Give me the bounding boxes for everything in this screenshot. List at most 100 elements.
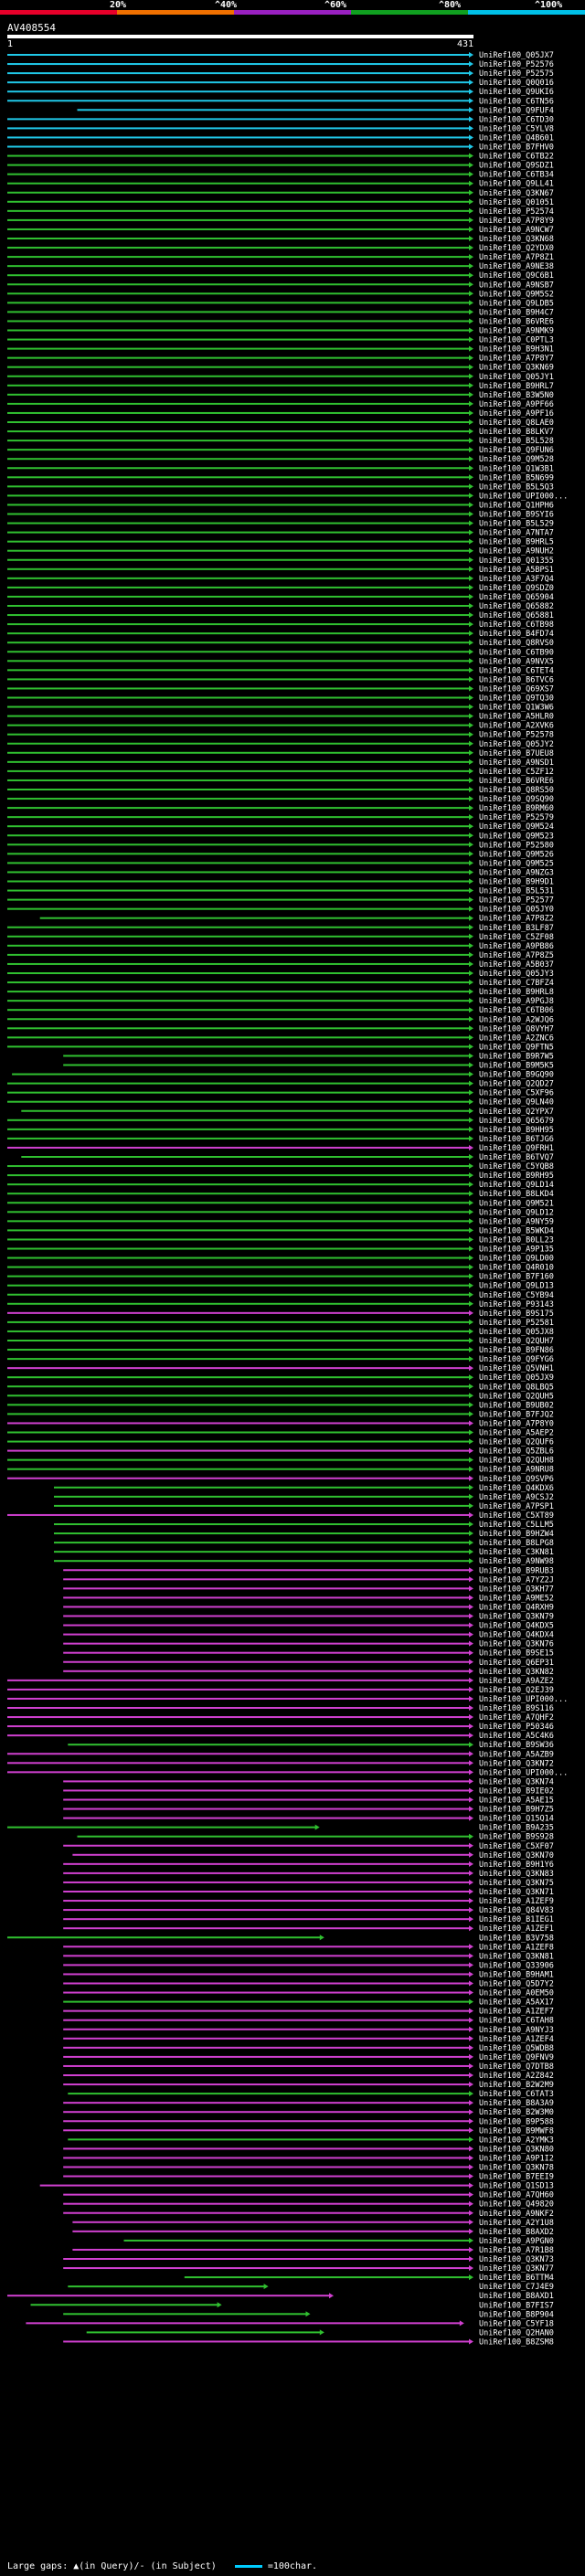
hit-label[interactable]: UniRef100_Q4RXH9	[479, 1603, 554, 1612]
hit-label[interactable]: UniRef100_P52576	[479, 60, 554, 69]
hit-label[interactable]: UniRef100_Q4KDX5	[479, 1622, 554, 1631]
hit-bar[interactable]	[63, 2074, 470, 2076]
hit-bar[interactable]	[7, 127, 470, 130]
hit-label[interactable]: UniRef100_A7YZ2J	[479, 1575, 554, 1585]
hit-label[interactable]: UniRef100_Q3KH77	[479, 1585, 554, 1594]
hit-label[interactable]: UniRef100_Q3KN78	[479, 2164, 554, 2173]
hit-label[interactable]: UniRef100_B8LPG8	[479, 1539, 554, 1548]
hit-bar[interactable]	[7, 531, 470, 534]
hit-bar[interactable]	[7, 311, 470, 313]
hit-bar[interactable]	[7, 669, 470, 672]
hit-bar[interactable]	[7, 228, 470, 230]
hit-label[interactable]: UniRef100_A9P135	[479, 1246, 554, 1255]
hit-label[interactable]: UniRef100_B9HRL8	[479, 988, 554, 997]
hit-bar[interactable]	[7, 853, 470, 855]
hit-label[interactable]: UniRef100_P52581	[479, 1319, 554, 1328]
hit-label[interactable]: UniRef100_Q5VNH1	[479, 1364, 554, 1373]
hit-label[interactable]: UniRef100_C6TD30	[479, 115, 554, 124]
hit-label[interactable]: UniRef100_A7P8Y0	[479, 1419, 554, 1428]
hit-bar[interactable]	[7, 1091, 470, 1094]
hit-bar[interactable]	[7, 1707, 470, 1709]
hit-bar[interactable]	[7, 1165, 470, 1168]
hit-label[interactable]: UniRef100_P52574	[479, 207, 554, 217]
hit-label[interactable]: UniRef100_A9NZG3	[479, 868, 554, 877]
hit-bar[interactable]	[7, 1082, 470, 1085]
hit-label[interactable]: UniRef100_A7NTA7	[479, 529, 554, 538]
hit-bar[interactable]	[7, 605, 470, 607]
hit-label[interactable]: UniRef100_Q3KN79	[479, 1613, 554, 1622]
hit-label[interactable]: UniRef100_B7FHV0	[479, 143, 554, 153]
hit-label[interactable]: UniRef100_Q3KN82	[479, 1668, 554, 1677]
hit-bar[interactable]	[30, 2304, 218, 2306]
hit-bar[interactable]	[54, 1495, 470, 1498]
hit-bar[interactable]	[63, 1055, 470, 1057]
hit-bar[interactable]	[7, 1936, 321, 1939]
hit-label[interactable]: UniRef100_B5L528	[479, 437, 554, 446]
hit-label[interactable]: UniRef100_A1ZEF4	[479, 2035, 554, 2044]
hit-bar[interactable]	[7, 769, 470, 772]
hit-bar[interactable]	[7, 733, 470, 736]
hit-label[interactable]: UniRef100_B9SYI6	[479, 511, 554, 520]
hit-label[interactable]: UniRef100_B2W3M0	[479, 2108, 554, 2117]
hit-bar[interactable]	[63, 2147, 470, 2150]
hit-label[interactable]: UniRef100_Q8VYH7	[479, 1024, 554, 1034]
hit-bar[interactable]	[7, 1826, 316, 1829]
hit-bar[interactable]	[7, 660, 470, 663]
hit-label[interactable]: UniRef100_P52580	[479, 841, 554, 850]
hit-bar[interactable]	[63, 1578, 470, 1581]
hit-bar[interactable]	[7, 953, 470, 956]
hit-bar[interactable]	[63, 1844, 470, 1847]
hit-label[interactable]: UniRef100_Q3KN83	[479, 1870, 554, 1879]
hit-bar[interactable]	[7, 715, 470, 717]
hit-label[interactable]: UniRef100_C5ZF08	[479, 933, 554, 942]
hit-bar[interactable]	[7, 1725, 470, 1728]
hit-bar[interactable]	[7, 1266, 470, 1268]
hit-label[interactable]: UniRef100_Q9LD00	[479, 1255, 554, 1264]
hit-label[interactable]: UniRef100_C6TB06	[479, 1006, 554, 1015]
hit-bar[interactable]	[63, 2009, 470, 2012]
hit-label[interactable]: UniRef100_Q2QUH7	[479, 1337, 554, 1346]
hit-bar[interactable]	[68, 2093, 471, 2095]
hit-label[interactable]: UniRef100_Q9FRH1	[479, 1144, 554, 1153]
hit-label[interactable]: UniRef100_A3F7Q4	[479, 575, 554, 584]
hit-bar[interactable]	[7, 549, 470, 552]
hit-bar[interactable]	[7, 1275, 470, 1277]
hit-label[interactable]: UniRef100_B9HH95	[479, 1126, 554, 1135]
hit-label[interactable]: UniRef100_A9NMK9	[479, 327, 554, 336]
hit-label[interactable]: UniRef100_C6TAH8	[479, 2017, 554, 2026]
hit-bar[interactable]	[63, 2211, 470, 2214]
hit-bar[interactable]	[7, 393, 470, 396]
hit-label[interactable]: UniRef100_C6TB22	[479, 153, 554, 162]
hit-label[interactable]: UniRef100_P52578	[479, 731, 554, 740]
hit-label[interactable]: UniRef100_A7P8Y7	[479, 355, 554, 364]
hit-bar[interactable]	[7, 834, 470, 837]
hit-label[interactable]: UniRef100_A9PGN0	[479, 2237, 554, 2246]
hit-label[interactable]: UniRef100_A5AE15	[479, 1797, 554, 1806]
hit-bar[interactable]	[7, 522, 470, 525]
hit-bar[interactable]	[7, 807, 470, 810]
hit-label[interactable]: UniRef100_A1ZEF9	[479, 1897, 554, 1906]
hit-bar[interactable]	[63, 1569, 470, 1572]
hit-label[interactable]: UniRef100_Q3KN80	[479, 2145, 554, 2154]
hit-bar[interactable]	[7, 329, 470, 332]
hit-bar[interactable]	[7, 1247, 470, 1250]
hit-label[interactable]: UniRef100_Q1W3B1	[479, 464, 554, 473]
hit-bar[interactable]	[7, 798, 470, 800]
hit-label[interactable]: UniRef100_Q01355	[479, 557, 554, 566]
hit-label[interactable]: UniRef100_B8LKD4	[479, 1190, 554, 1199]
hit-label[interactable]: UniRef100_B5L529	[479, 520, 554, 529]
hit-bar[interactable]	[63, 1817, 470, 1819]
hit-label[interactable]: UniRef100_A7PSP1	[479, 1502, 554, 1511]
hit-label[interactable]: UniRef100_B5L5Q3	[479, 482, 554, 492]
hit-label[interactable]: UniRef100_Q8RS50	[479, 786, 554, 795]
hit-label[interactable]: UniRef100_C6TB34	[479, 171, 554, 180]
hit-bar[interactable]	[7, 991, 470, 993]
hit-label[interactable]: UniRef100_B6VRE6	[479, 317, 554, 326]
hit-bar[interactable]	[7, 1513, 470, 1516]
hit-label[interactable]: UniRef100_C5YF18	[479, 2319, 554, 2328]
hit-bar[interactable]	[63, 1780, 470, 1783]
hit-bar[interactable]	[63, 2111, 470, 2114]
hit-bar[interactable]	[63, 1651, 470, 1654]
hit-bar[interactable]	[7, 1293, 470, 1296]
hit-bar[interactable]	[7, 1358, 470, 1361]
